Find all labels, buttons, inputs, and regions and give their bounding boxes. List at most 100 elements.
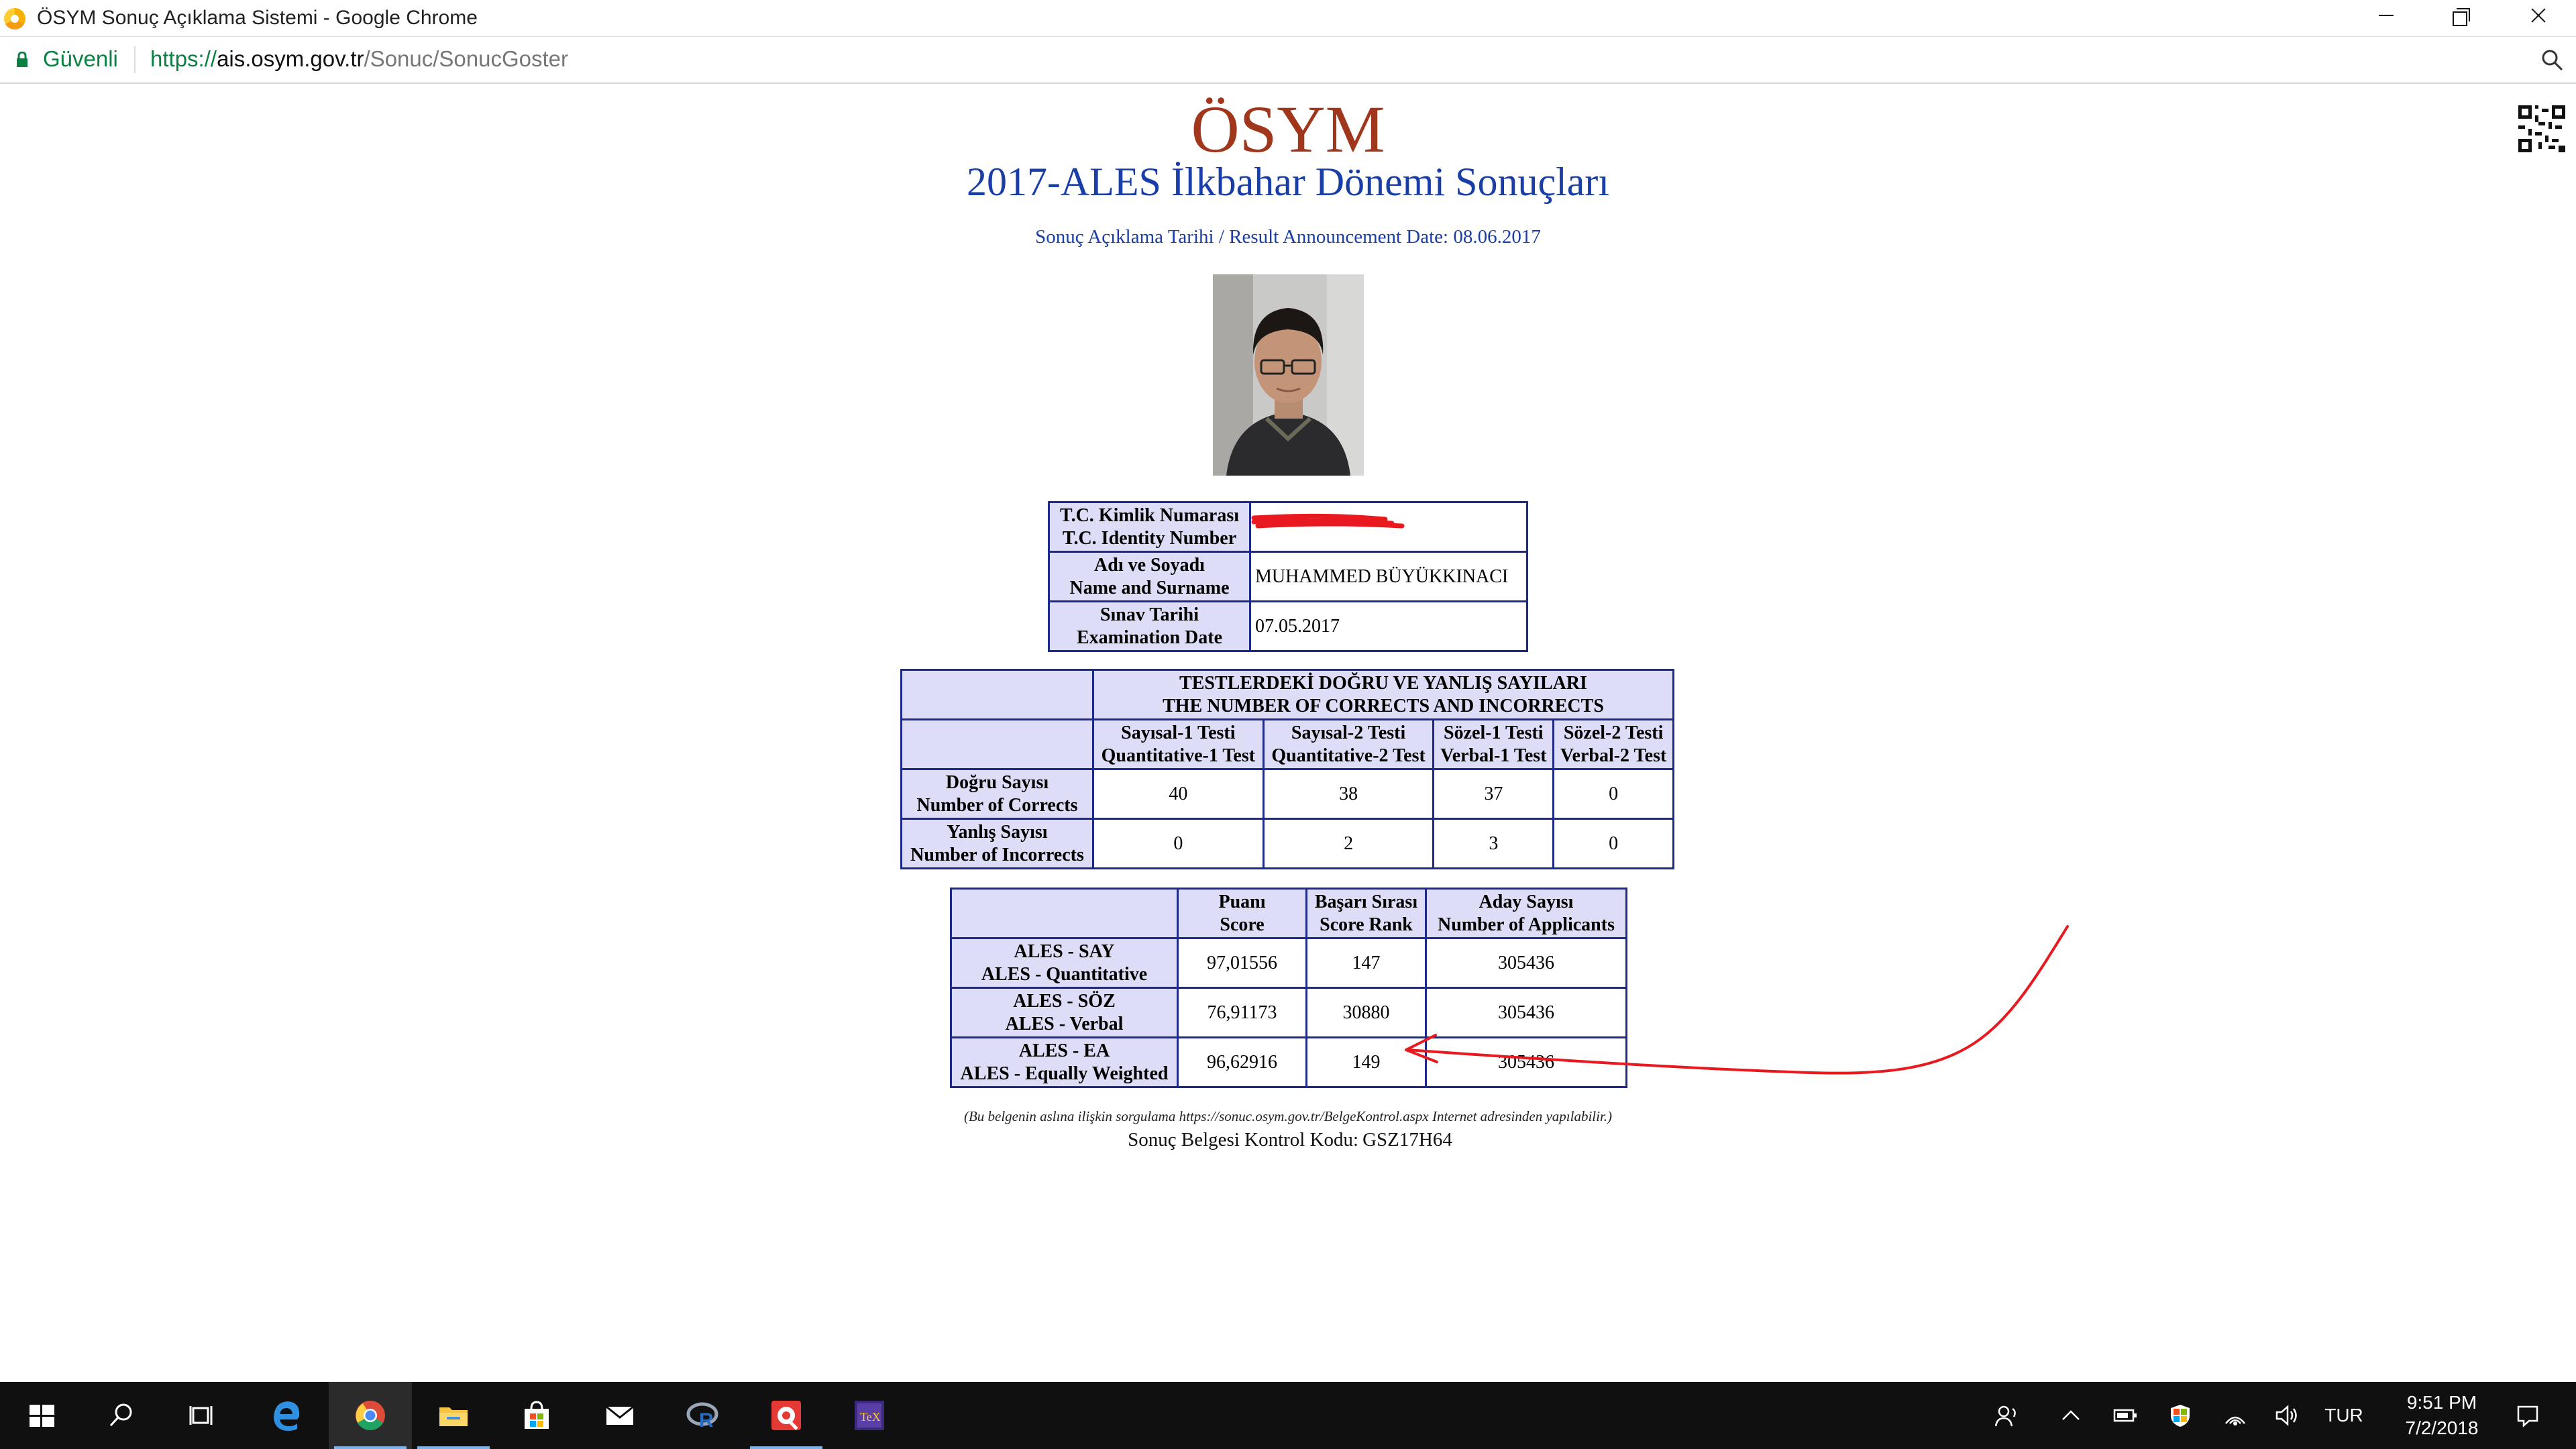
- secure-label[interactable]: Güvenli: [43, 46, 118, 72]
- shield-icon[interactable]: [2161, 1382, 2199, 1449]
- task-view-icon[interactable]: [161, 1382, 244, 1449]
- url-host: ais.osym.gov.tr: [217, 46, 364, 71]
- col-en: Quantitative-1 Test: [1101, 745, 1256, 766]
- table-cell: 0: [1552, 818, 1674, 869]
- page-title: 2017-ALES İlkbahar Dönemi Sonuçları: [966, 160, 1610, 204]
- window-title: ÖSYM Sonuç Açıklama Sistemi - Google Chr…: [37, 7, 478, 29]
- chevron-up-icon[interactable]: [2054, 1382, 2088, 1449]
- url-scheme: https://: [150, 46, 217, 71]
- table-cell: 38: [1262, 768, 1435, 820]
- identity-number-label: T.C. Kimlik Numarası T.C. Identity Number: [1048, 501, 1251, 553]
- page-content: ÖSYM 2017-ALES İlkbahar Dönemi Sonuçları…: [0, 85, 2576, 1382]
- heading-tr: TESTLERDEKİ DOĞRU VE YANLIŞ SAYILARI: [1179, 672, 1587, 694]
- address-bar[interactable]: Güvenli https://ais.osym.gov.tr/Sonuc/So…: [0, 37, 2576, 84]
- url-field[interactable]: https://ais.osym.gov.tr/Sonuc/SonucGoste…: [150, 46, 568, 72]
- column-header: Sayısal-1 Testi Quantitative-1 Test: [1092, 718, 1265, 770]
- col-tr: Başarı Sırası: [1314, 891, 1418, 912]
- clock[interactable]: 9:51 PM 7/2/2018: [2381, 1390, 2502, 1441]
- name-value: MUHAMMED BÜYÜKKINACI: [1249, 551, 1528, 602]
- col-tr: Aday Sayısı: [1479, 891, 1574, 912]
- table-row: TESTLERDEKİ DOĞRU VE YANLIŞ SAYILARI THE …: [900, 669, 1674, 720]
- exam-date-label: Sınav Tarihi Examination Date: [1048, 600, 1251, 652]
- column-header: Puanı Score: [1177, 888, 1307, 939]
- tex-icon[interactable]: TeX: [828, 1382, 911, 1449]
- column-header: Sözel-2 Testi Verbal-2 Test: [1552, 718, 1674, 770]
- table-row: Sınav Tarihi Examination Date 07.05.2017: [1048, 600, 1528, 652]
- col-tr: Sözel-1 Testi: [1444, 722, 1544, 743]
- column-header: Sözel-1 Testi Verbal-1 Test: [1432, 718, 1555, 770]
- start-icon[interactable]: [0, 1382, 83, 1449]
- heading-en: THE NUMBER OF CORRECTS AND INCORRECTS: [1163, 695, 1604, 716]
- col-en: Verbal-2 Test: [1560, 745, 1667, 766]
- lock-icon[interactable]: [16, 51, 28, 68]
- chrome-icon[interactable]: [329, 1382, 412, 1449]
- clock-date: 7/2/2018: [2405, 1417, 2479, 1438]
- zoom-icon[interactable]: [2541, 49, 2564, 72]
- table-cell: 40: [1092, 768, 1265, 820]
- table-cell: 2: [1262, 818, 1435, 869]
- control-code-label: Sonuç Belgesi Kontrol Kodu:: [1128, 1129, 1359, 1150]
- col-en: Verbal-1 Test: [1440, 745, 1547, 766]
- score-cell: 97,01556: [1177, 937, 1307, 989]
- label-en: Name and Surname: [1069, 577, 1230, 598]
- table-row: Doğru Sayısı Number of Corrects 40 38 37 …: [900, 768, 1674, 820]
- row-header: ALES - SAY ALES - Quantitative: [950, 937, 1179, 989]
- announcement-date: Sonuç Açıklama Tarihi / Result Announcem…: [1035, 226, 1541, 248]
- blank-header-cell: [950, 888, 1179, 939]
- chrome-app-icon: [4, 8, 25, 30]
- candidate-photo: [1213, 274, 1364, 476]
- col-en: Score: [1220, 914, 1265, 935]
- col-tr: Sözel-2 Testi: [1563, 722, 1664, 743]
- identity-table: T.C. Kimlik Numarası T.C. Identity Number…: [1048, 501, 1528, 652]
- r-icon[interactable]: R: [661, 1382, 745, 1449]
- osym-logo: ÖSYM: [1191, 92, 1385, 166]
- label-en: T.C. Identity Number: [1062, 527, 1237, 549]
- label-en: Examination Date: [1077, 627, 1222, 648]
- battery-icon[interactable]: [2106, 1382, 2144, 1449]
- clock-time: 9:51 PM: [2406, 1392, 2477, 1413]
- col-en: Quantitative-2 Test: [1271, 745, 1426, 766]
- table-cell: 0: [1092, 818, 1265, 869]
- file-explorer-icon[interactable]: [412, 1382, 495, 1449]
- language-indicator[interactable]: TUR: [2320, 1382, 2368, 1449]
- restore-button[interactable]: [2422, 0, 2496, 37]
- svg-text:TeX: TeX: [860, 1410, 881, 1424]
- score-cell: 76,91173: [1177, 987, 1307, 1038]
- mail-icon[interactable]: [578, 1382, 661, 1449]
- svg-text:R: R: [699, 1409, 714, 1432]
- redaction-scribble: [1251, 513, 1405, 529]
- exam-date-value: 07.05.2017: [1249, 600, 1528, 652]
- row-header: ALES - EA ALES - Equally Weighted: [950, 1036, 1179, 1088]
- row-en: ALES - Quantitative: [981, 963, 1148, 985]
- row-header: Yanlış Sayısı Number of Incorrects: [900, 818, 1094, 869]
- row-tr: ALES - SAY: [1014, 941, 1115, 962]
- url-path: /Sonuc/SonucGoster: [364, 46, 569, 71]
- row-en: ALES - Verbal: [1005, 1013, 1124, 1034]
- col-tr: Puanı: [1218, 891, 1266, 912]
- blank-header-cell: [900, 669, 1094, 720]
- score-cell: 96,62916: [1177, 1036, 1307, 1088]
- row-en: Number of Corrects: [916, 794, 1078, 816]
- annotation-arrow: [1405, 925, 2069, 1075]
- people-icon[interactable]: [1987, 1382, 2025, 1449]
- table-cell: 0: [1552, 768, 1674, 820]
- photo-app-icon[interactable]: [745, 1382, 828, 1449]
- search-icon[interactable]: [79, 1382, 162, 1449]
- row-tr: ALES - SÖZ: [1013, 990, 1116, 1012]
- row-tr: Yanlış Sayısı: [947, 821, 1048, 843]
- table-row: Adı ve Soyadı Name and Surname MUHAMMED B…: [1048, 551, 1528, 602]
- edge-icon[interactable]: [245, 1382, 328, 1449]
- store-icon[interactable]: [495, 1382, 578, 1449]
- divider: [134, 46, 136, 73]
- table-row: Sayısal-1 Testi Quantitative-1 Test Sayıs…: [900, 718, 1674, 770]
- minimize-button[interactable]: [2348, 0, 2422, 37]
- table-row: T.C. Kimlik Numarası T.C. Identity Number: [1048, 501, 1528, 553]
- row-header: Doğru Sayısı Number of Corrects: [900, 768, 1094, 820]
- row-en: Number of Incorrects: [910, 844, 1084, 865]
- close-button[interactable]: [2496, 0, 2569, 37]
- answers-table: TESTLERDEKİ DOĞRU VE YANLIŞ SAYILARI THE …: [900, 669, 1674, 869]
- volume-icon[interactable]: [2267, 1382, 2305, 1449]
- notifications-icon[interactable]: [2501, 1382, 2555, 1449]
- wifi-icon[interactable]: [2216, 1382, 2254, 1449]
- taskbar: R TeX TUR 9:51 PM 7/2/2018: [0, 1382, 2576, 1449]
